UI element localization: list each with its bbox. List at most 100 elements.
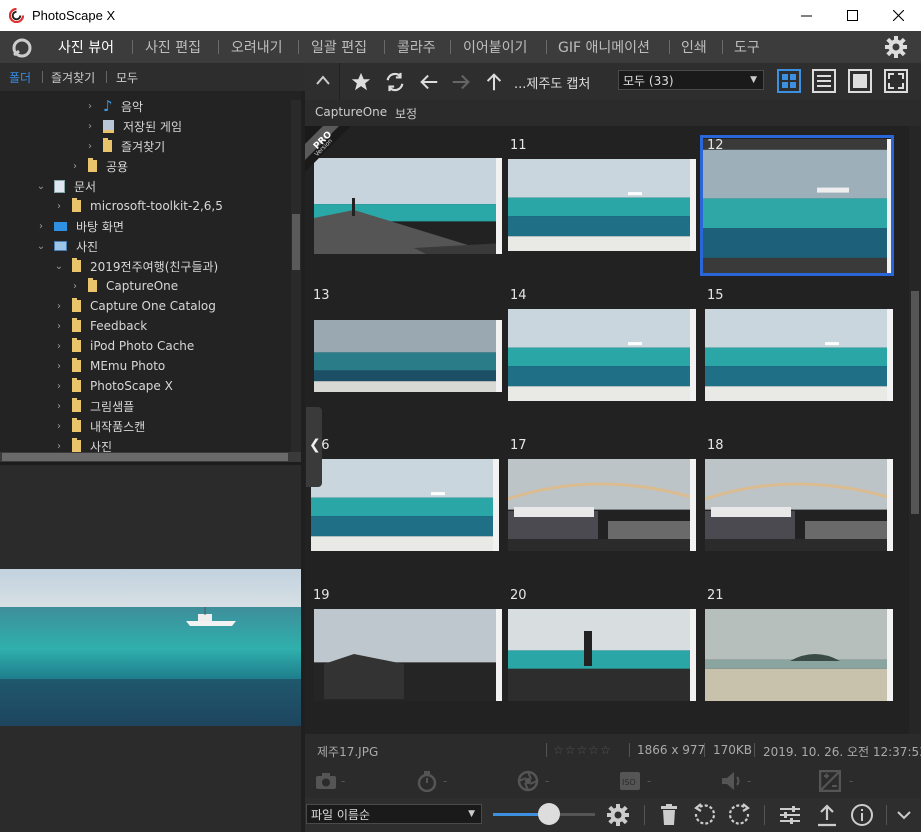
tree-item[interactable]: › Feedback	[54, 316, 147, 336]
tab-all[interactable]: 모두	[116, 69, 138, 86]
tree-scroll-thumb[interactable]	[292, 214, 300, 270]
rotate-right-icon[interactable]	[728, 803, 752, 827]
chevron-right-icon[interactable]: ›	[54, 201, 64, 212]
tree-vertical-scrollbar[interactable]	[291, 100, 301, 452]
menu-item-0[interactable]: 사진 뷰어	[58, 37, 114, 57]
chevron-right-icon[interactable]: ›	[54, 421, 64, 432]
rating-stars-icon[interactable]: ☆☆☆☆☆	[553, 743, 612, 757]
thumbnail-cell[interactable]: 21	[699, 576, 896, 726]
tree-item[interactable]: ⌄ 2019전주여행(친구들과)	[54, 256, 218, 276]
tree-item[interactable]: › 바탕 화면	[36, 216, 124, 236]
chevron-right-icon[interactable]: ›	[85, 121, 95, 132]
thumbnail-cell[interactable]: 19	[305, 576, 502, 726]
chevron-right-icon[interactable]: ›	[54, 381, 64, 392]
menu-item-6[interactable]: GIF 애니메이션	[558, 37, 650, 57]
menu-item-1[interactable]: 사진 편집	[145, 37, 201, 57]
trash-icon[interactable]	[657, 803, 681, 827]
thumbnail-cell[interactable]: 13	[305, 276, 502, 426]
thumbnail-image[interactable]	[508, 609, 696, 701]
menu-item-4[interactable]: 콜라주	[397, 37, 436, 57]
thumbnail-cell[interactable]: 20	[502, 576, 699, 726]
chevron-down-icon[interactable]: ⌄	[36, 181, 46, 192]
thumbnail-image[interactable]	[314, 609, 502, 701]
refresh-icon[interactable]	[384, 71, 406, 93]
chevron-right-icon[interactable]: ›	[54, 361, 64, 372]
forward-arrow-icon[interactable]	[450, 71, 472, 93]
grid-scroll-thumb[interactable]	[911, 291, 919, 514]
chevron-down-icon[interactable]: ⌄	[36, 241, 46, 252]
tab-favorites[interactable]: 즐겨찾기	[51, 69, 95, 86]
info-icon[interactable]	[850, 803, 874, 827]
tree-horizontal-scrollbar[interactable]	[0, 452, 301, 462]
tree-item[interactable]: › MEmu Photo	[54, 356, 165, 376]
fullscreen-button[interactable]	[883, 68, 909, 94]
adjust-sliders-icon[interactable]	[778, 803, 802, 827]
tree-item[interactable]: › 저장된 게임	[85, 116, 182, 136]
thumbnail-cell[interactable]: 15	[699, 276, 896, 426]
crumb-bojeong[interactable]: 보정	[395, 105, 417, 122]
thumbnail-image[interactable]	[314, 320, 502, 392]
thumbnail-image[interactable]	[314, 158, 502, 254]
tree-item[interactable]: › 내작품스캔	[54, 416, 145, 436]
crumb-captureone[interactable]: CaptureOne	[315, 105, 387, 119]
menu-item-5[interactable]: 이어붙이기	[463, 37, 527, 57]
left-panel-toggle[interactable]: ❮	[306, 407, 322, 487]
tree-item[interactable]: › 공용	[70, 156, 128, 176]
tree-item[interactable]: › 사진	[54, 436, 112, 452]
chevron-down-icon[interactable]: ⌄	[54, 261, 64, 272]
photoscape-logo-icon[interactable]	[11, 37, 33, 59]
single-view-button[interactable]	[847, 68, 873, 94]
tree-item[interactable]: › Capture One Catalog	[54, 296, 216, 316]
tree-item[interactable]: › iPod Photo Cache	[54, 336, 194, 356]
slider-knob[interactable]	[538, 803, 561, 825]
tab-folders[interactable]: 폴더	[9, 69, 31, 86]
menu-item-3[interactable]: 일괄 편집	[311, 37, 367, 57]
thumbnail-image[interactable]	[508, 459, 696, 551]
thumbnail-settings-gear-icon[interactable]	[606, 803, 630, 827]
tree-item[interactable]: › microsoft-toolkit-2,6,5	[54, 196, 223, 216]
chevron-right-icon[interactable]: ›	[54, 321, 64, 332]
tree-item[interactable]: › 그림샘플	[54, 396, 134, 416]
share-upload-icon[interactable]	[815, 803, 839, 827]
thumbnail-cell[interactable]: 17	[502, 426, 699, 576]
thumbnail-cell[interactable]: 14	[502, 276, 699, 426]
tree-item[interactable]: › 즐겨찾기	[85, 136, 165, 156]
thumbnail-cell[interactable]: 12	[699, 126, 896, 276]
chevron-right-icon[interactable]: ›	[54, 401, 64, 412]
up-arrow-icon[interactable]	[483, 71, 505, 93]
star-icon[interactable]	[350, 71, 372, 93]
grid-view-button[interactable]	[776, 68, 802, 94]
tree-item[interactable]: › CaptureOne	[70, 276, 178, 296]
chevron-right-icon[interactable]: ›	[54, 341, 64, 352]
tree-item[interactable]: ⌄ 문서	[36, 176, 96, 196]
chevron-right-icon[interactable]: ›	[54, 301, 64, 312]
chevron-down-icon[interactable]	[896, 809, 912, 821]
tree-item[interactable]: › PhotoScape X	[54, 376, 173, 396]
sort-dropdown[interactable]: 파일 이름순 ▼	[306, 804, 482, 824]
tree-hscroll-thumb[interactable]	[2, 453, 288, 461]
thumbnail-cell[interactable]: 11	[502, 126, 699, 276]
thumbnail-image[interactable]	[705, 459, 893, 551]
menu-item-2[interactable]: 오려내기	[231, 37, 283, 57]
thumbnail-image[interactable]	[705, 609, 893, 701]
chevron-right-icon[interactable]: ›	[36, 221, 46, 232]
thumbnail-image[interactable]	[311, 459, 499, 551]
thumbnail-image[interactable]	[508, 159, 696, 251]
thumbnail-image[interactable]	[705, 309, 893, 401]
minimize-button[interactable]	[783, 0, 829, 31]
close-button[interactable]	[875, 0, 921, 31]
thumbnail-cell[interactable]: 18	[699, 426, 896, 576]
thumbnail-image[interactable]	[508, 309, 696, 401]
thumbnail-cell[interactable]: 16	[305, 426, 502, 576]
thumbnail-size-slider[interactable]	[493, 803, 595, 825]
chevron-right-icon[interactable]: ›	[70, 161, 80, 172]
chevron-right-icon[interactable]: ›	[85, 101, 95, 112]
back-arrow-icon[interactable]	[418, 71, 440, 93]
settings-gear-icon[interactable]	[884, 35, 908, 59]
chevron-right-icon[interactable]: ›	[54, 441, 64, 452]
chevron-right-icon[interactable]: ›	[85, 141, 95, 152]
rotate-left-icon[interactable]	[692, 803, 716, 827]
maximize-button[interactable]	[829, 0, 875, 31]
tree-item[interactable]: › ♪ 음악	[85, 96, 143, 116]
collapse-up-icon[interactable]	[315, 74, 331, 86]
